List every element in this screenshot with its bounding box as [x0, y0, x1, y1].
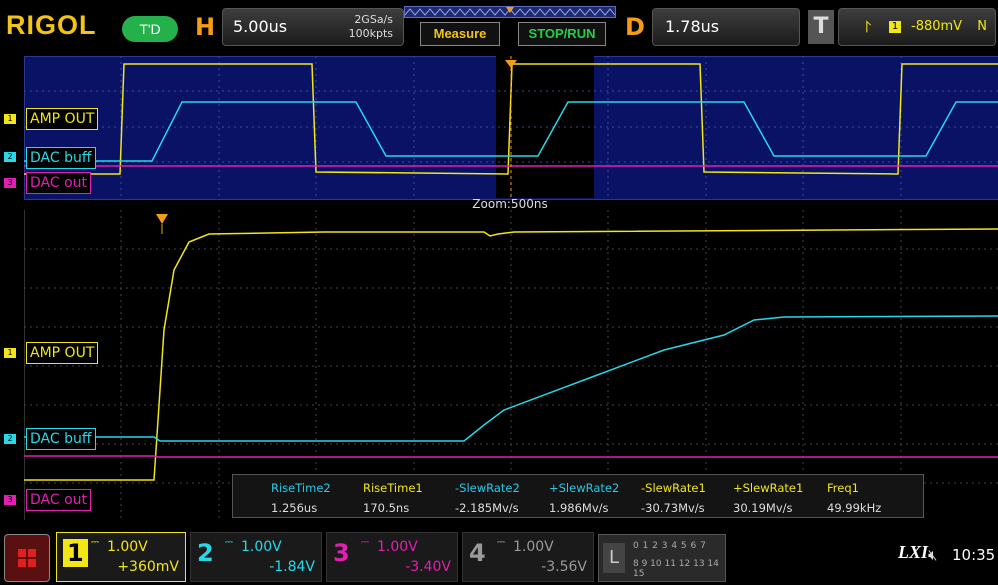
zoom-ch3-label[interactable]: DAC out — [26, 489, 92, 511]
brand-logo: RIGOL — [6, 10, 97, 40]
measurement-name: RiseTime2 — [271, 481, 331, 495]
overview-ch1-label[interactable]: AMP OUT — [26, 108, 99, 130]
channel-2-scale: 1.00V — [241, 539, 282, 555]
overview-ch3-label[interactable]: DAC out — [26, 172, 92, 194]
memory-position-strip[interactable] — [404, 6, 616, 18]
lxi-logo: LXI — [898, 542, 929, 562]
dc-coupling-icon: ⎓ — [225, 537, 233, 548]
memory-depth: 100kpts — [348, 27, 393, 40]
measurement-name: RiseTime1 — [363, 481, 423, 495]
sample-rate: 2GSa/s — [354, 13, 393, 26]
zoom-ch1-marker[interactable]: 1 — [4, 348, 16, 358]
run-status-badge: T'D — [122, 16, 178, 42]
measurement-neg-slewrate1: -SlewRate1 -30.73Mv/s — [641, 481, 731, 515]
main-menu-button[interactable] — [4, 534, 50, 582]
delay-panel[interactable]: 1.78us — [652, 8, 800, 46]
horizontal-menu-key[interactable]: H — [192, 10, 218, 44]
clock: 10:35 — [952, 546, 996, 564]
zoom-ch2-label[interactable]: DAC buff — [26, 428, 96, 450]
trigger-source-badge: 1 — [889, 21, 901, 33]
measurement-name: -SlewRate1 — [641, 481, 706, 495]
channel-1-scale: 1.00V — [107, 539, 148, 555]
channel-3-box[interactable]: 3 ⎓ 1.00V -3.40V — [326, 532, 458, 582]
channel-3-offset: -3.40V — [405, 559, 451, 575]
zoom-ch2-marker[interactable]: 2 — [4, 434, 16, 444]
zoom-ch3-marker[interactable]: 3 — [4, 495, 16, 505]
logic-letter: L — [603, 543, 625, 573]
timebase-value: 5.00us — [233, 17, 288, 36]
measurement-name: -SlewRate2 — [455, 481, 520, 495]
grid-menu-icon — [18, 549, 36, 567]
channel-4-number: 4 — [469, 539, 486, 567]
overview-ch3-marker[interactable]: 3 — [4, 178, 16, 188]
measurement-freq1: Freq1 49.99kHz — [827, 481, 917, 515]
trigger-level: -880mV — [911, 19, 963, 34]
delay-menu-key[interactable]: D — [622, 10, 648, 44]
measurement-value: -2.185Mv/s — [455, 501, 519, 515]
channel-4-offset: -3.56V — [541, 559, 587, 575]
channel-3-scale: 1.00V — [377, 539, 418, 555]
dc-coupling-icon: ⎓ — [361, 537, 369, 548]
measurement-risetime2: RiseTime2 1.256us — [271, 481, 361, 515]
measurement-pos-slewrate2: +SlewRate2 1.986Mv/s — [549, 481, 639, 515]
logic-channels-row1: 0 1 2 3 4 5 6 7 — [633, 541, 706, 551]
channel-1-box[interactable]: 1 ⎓ 1.00V +360mV — [56, 532, 186, 582]
measurement-neg-slewrate2: -SlewRate2 -2.185Mv/s — [455, 481, 545, 515]
channel-4-box[interactable]: 4 ⎓ 1.00V -3.56V — [462, 532, 594, 582]
measurement-value: 49.99kHz — [827, 501, 882, 515]
measurement-panel[interactable]: RiseTime2 1.256us RiseTime1 170.5ns -Sle… — [232, 474, 924, 518]
logic-analyzer-box[interactable]: L 0 1 2 3 4 5 6 7 8 9 10 11 12 13 14 15 — [598, 534, 726, 582]
rising-edge-icon: ⨡ — [865, 17, 872, 36]
channel-1-number: 1 — [63, 539, 88, 567]
trigger-panel[interactable]: ⨡ 1 -880mV N — [838, 8, 996, 46]
zoom-ch1-label[interactable]: AMP OUT — [26, 342, 99, 364]
acquisition-info: 2GSa/s 100kpts — [349, 13, 393, 41]
delay-value: 1.78us — [665, 17, 720, 36]
speaker-muted-icon[interactable]: 🔇︎ — [928, 546, 937, 564]
measurement-pos-slewrate1: +SlewRate1 30.19Mv/s — [733, 481, 823, 515]
measurement-value: 1.986Mv/s — [549, 501, 609, 515]
memory-zigzag — [405, 7, 615, 16]
channel-2-offset: -1.84V — [269, 559, 315, 575]
measurement-risetime1: RiseTime1 170.5ns — [363, 481, 453, 515]
zoom-label: Zoom:500ns — [472, 197, 548, 211]
measurement-name: +SlewRate1 — [733, 481, 804, 495]
overview-ch2-label[interactable]: DAC buff — [26, 147, 96, 169]
logic-channels-row2: 8 9 10 11 12 13 14 15 — [633, 559, 719, 579]
channel-2-number: 2 — [197, 539, 214, 567]
timebase-panel[interactable]: 5.00us 2GSa/s 100kpts — [222, 8, 404, 46]
overview-ch2-marker[interactable]: 2 — [4, 152, 16, 162]
stop-run-button[interactable]: STOP/RUN — [518, 22, 606, 46]
trigger-mode: N — [977, 19, 987, 34]
overview-traces — [24, 56, 998, 198]
measurement-value: -30.73Mv/s — [641, 501, 705, 515]
channel-4-scale: 1.00V — [513, 539, 554, 555]
measurement-value: 1.256us — [271, 501, 318, 515]
trigger-menu-key[interactable]: T — [808, 10, 834, 44]
measurement-name: Freq1 — [827, 481, 859, 495]
dc-coupling-icon: ⎓ — [497, 537, 505, 548]
channel-1-offset: +360mV — [117, 559, 179, 575]
overview-ch1-marker[interactable]: 1 — [4, 114, 16, 124]
measurement-value: 30.19Mv/s — [733, 501, 793, 515]
channel-2-box[interactable]: 2 ⎓ 1.00V -1.84V — [190, 532, 322, 582]
channel-3-number: 3 — [333, 539, 350, 567]
measurement-value: 170.5ns — [363, 501, 410, 515]
dc-coupling-icon: ⎓ — [91, 537, 99, 548]
measure-button[interactable]: Measure — [420, 22, 500, 46]
measurement-name: +SlewRate2 — [549, 481, 620, 495]
